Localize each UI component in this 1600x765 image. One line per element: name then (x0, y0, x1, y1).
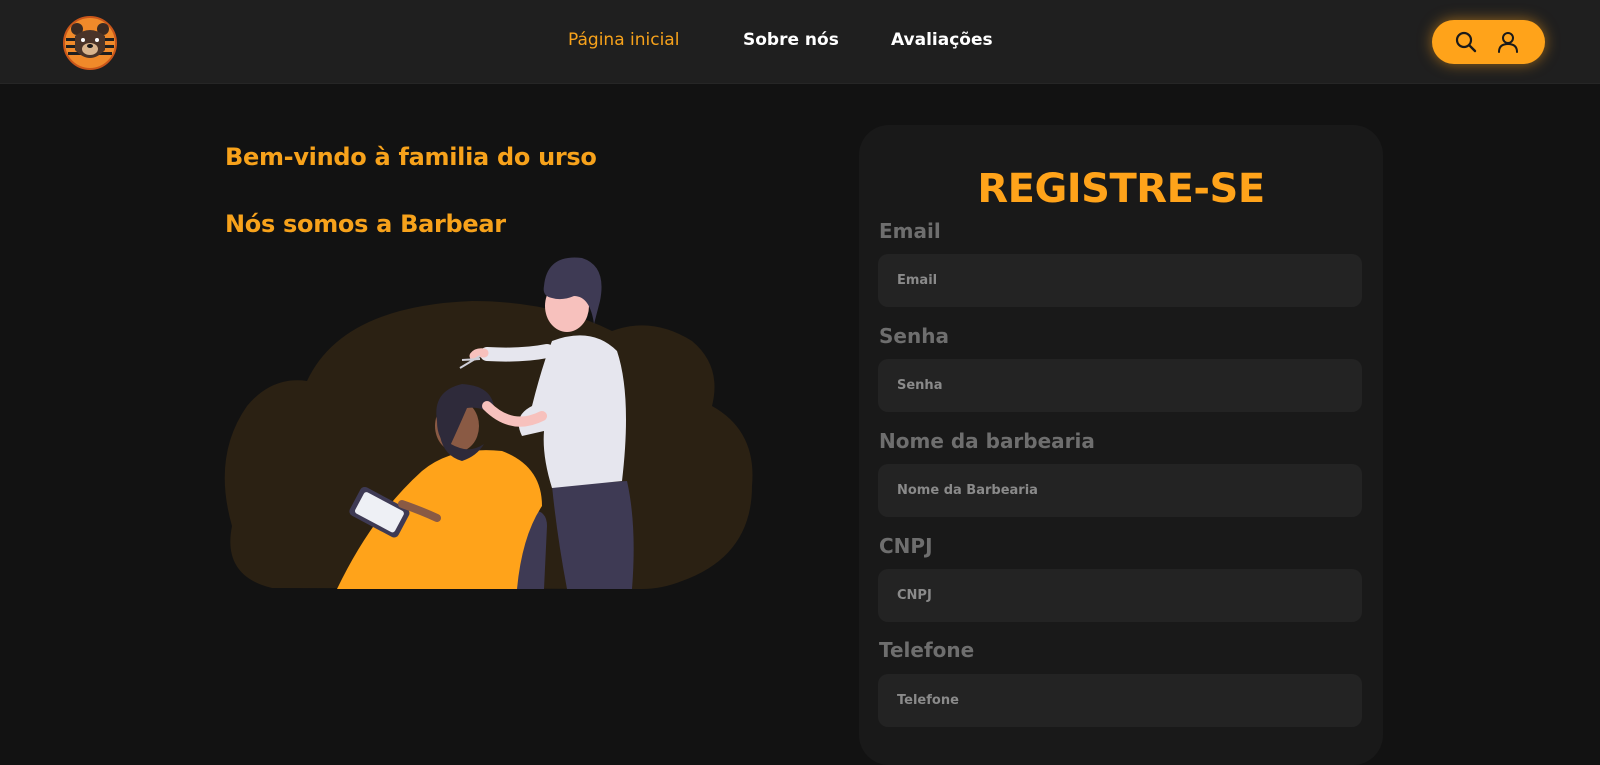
phone-label: Telefone (879, 638, 975, 662)
email-field[interactable] (878, 254, 1362, 307)
search-icon[interactable] (1454, 30, 1478, 54)
cnpj-field[interactable] (878, 569, 1362, 622)
brand-heading: Nós somos a Barbear (225, 210, 506, 238)
barbershop-name-field[interactable] (878, 464, 1362, 517)
cnpj-label: CNPJ (879, 534, 933, 558)
top-navbar: Página inicial Sobre nós Avaliações (0, 0, 1600, 84)
password-label: Senha (879, 324, 949, 348)
welcome-heading: Bem-vindo à familia do urso (225, 143, 597, 171)
user-icon[interactable] (1496, 30, 1520, 54)
nav-home[interactable]: Página inicial (568, 30, 679, 50)
password-field[interactable] (878, 359, 1362, 412)
main-nav: Página inicial Sobre nós Avaliações (0, 30, 1600, 56)
nav-about[interactable]: Sobre nós (743, 30, 839, 50)
barbershop-name-label: Nome da barbearia (879, 429, 1095, 453)
register-title: REGISTRE-SE (977, 166, 1265, 212)
barber-illustration (224, 257, 753, 589)
email-label: Email (879, 219, 941, 243)
header-actions (1432, 20, 1545, 64)
phone-field[interactable] (878, 674, 1362, 727)
nav-reviews[interactable]: Avaliações (891, 30, 993, 50)
